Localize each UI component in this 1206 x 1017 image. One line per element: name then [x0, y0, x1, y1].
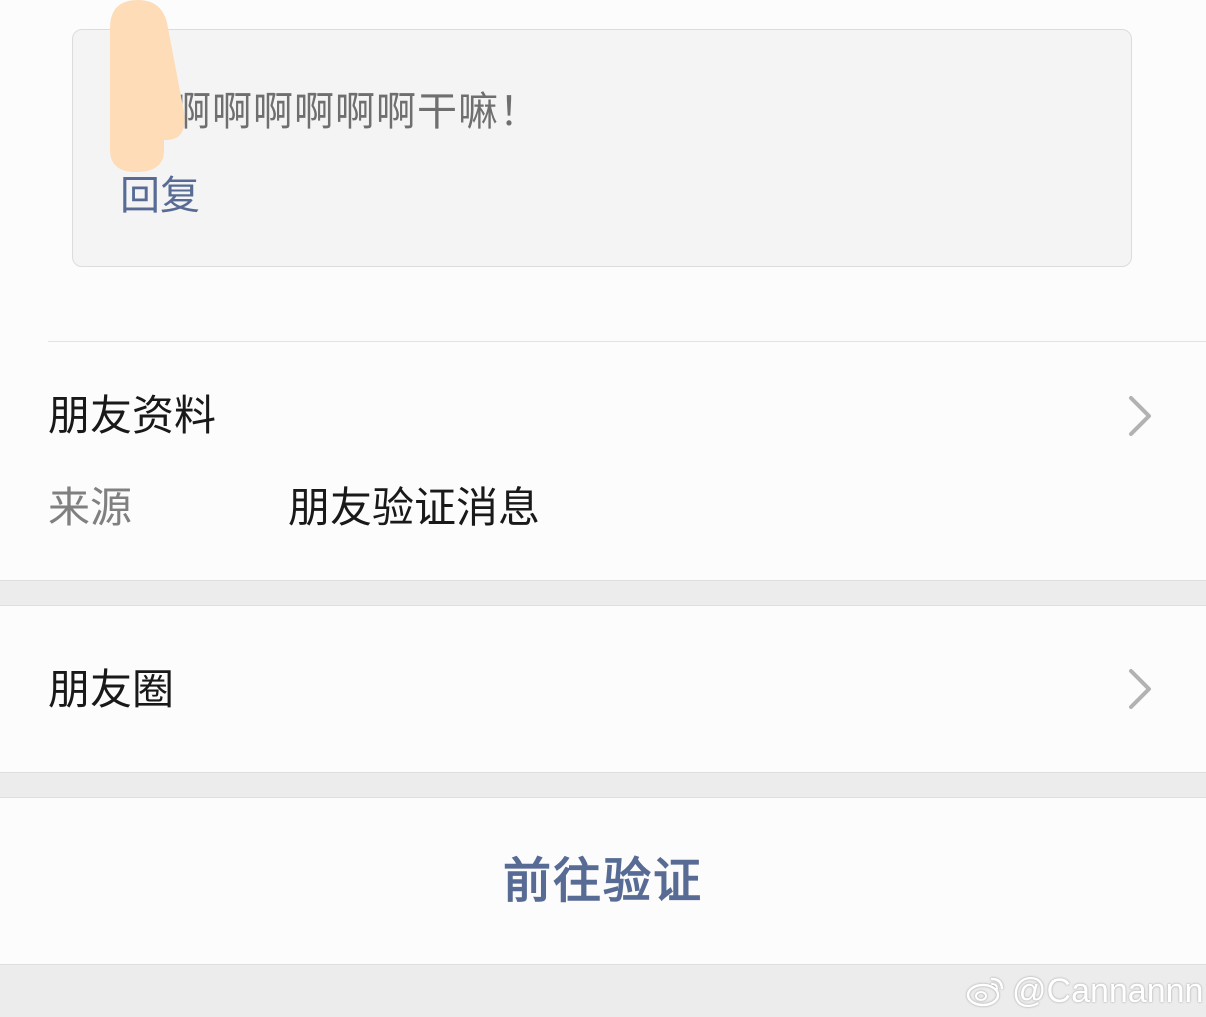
redaction-mark	[110, 0, 185, 172]
watermark-handle: @Cannannn	[1012, 971, 1204, 1010]
go-verify-button[interactable]: 前往验证	[0, 798, 1206, 964]
section-border	[0, 580, 1206, 581]
source-value: 朋友验证消息	[288, 483, 541, 532]
section-border	[0, 772, 1206, 773]
moments-title[interactable]: 朋友圈	[48, 662, 174, 718]
chevron-right-icon[interactable]	[1126, 394, 1156, 438]
weibo-icon	[966, 977, 1004, 1007]
verification-message-card	[72, 29, 1132, 267]
chevron-right-icon[interactable]	[1126, 667, 1156, 711]
reply-link[interactable]: 回复	[120, 168, 200, 224]
friend-info-title[interactable]: 朋友资料	[48, 388, 216, 444]
verification-message-text: ：啊啊啊啊啊啊干嘛！	[130, 89, 540, 135]
friend-request-section: ：啊啊啊啊啊啊干嘛！ 回复 朋友资料 来源 朋友验证消息	[0, 0, 1206, 580]
watermark: @Cannannn	[966, 968, 1203, 1014]
source-label: 来源	[48, 483, 133, 532]
moments-row[interactable]	[0, 606, 1206, 772]
section-border	[0, 964, 1206, 965]
section-divider	[48, 341, 1206, 342]
go-verify-label: 前往验证	[502, 853, 703, 909]
